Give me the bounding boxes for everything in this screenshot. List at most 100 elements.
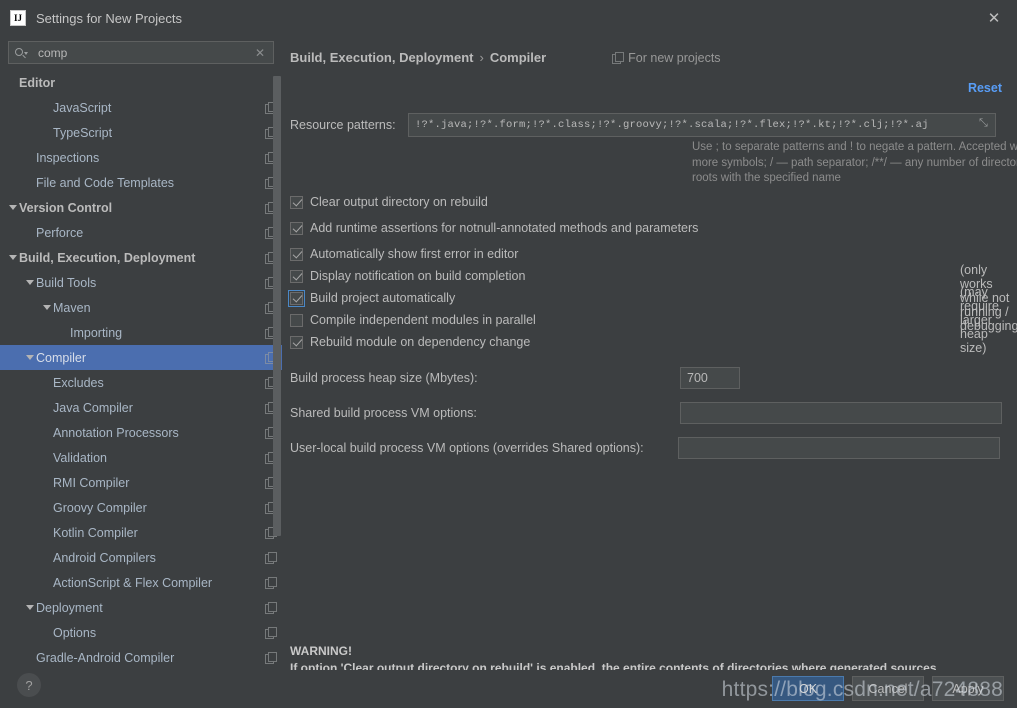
help-line-1: Use ; to separate patterns and ! to nega…: [692, 141, 1017, 153]
sidebar-scrollbar[interactable]: [273, 76, 281, 536]
search-icon[interactable]: [15, 46, 29, 60]
shared-vm-options-input[interactable]: [680, 402, 1002, 424]
window-title: Settings for New Projects: [36, 10, 182, 26]
checkbox-add-runtime-assertions-for[interactable]: [290, 221, 303, 235]
checkbox-rebuild-module-on-dependency[interactable]: [290, 335, 303, 349]
search-container: comp ✕: [0, 36, 282, 70]
checkbox-label-automatically-show-first-error[interactable]: Automatically show first error in editor: [310, 247, 518, 261]
chevron-down-icon[interactable]: [6, 205, 19, 210]
sidebar-item-build-execution-deployment[interactable]: Build, Execution, Deployment: [0, 245, 282, 270]
checkbox-label-add-runtime-assertions-for[interactable]: Add runtime assertions for notnull-annot…: [310, 221, 698, 235]
checkbox-display-notification-on-build[interactable]: [290, 269, 303, 283]
settings-sidebar: comp ✕ Editor JavaScript TypeScript Inspect…: [0, 36, 282, 670]
copy-settings-icon[interactable]: [612, 52, 625, 64]
checkbox-automatically-show-first-error[interactable]: [290, 247, 303, 261]
close-icon[interactable]: ✕: [971, 0, 1017, 36]
sidebar-item-java-compiler[interactable]: Java Compiler: [0, 395, 282, 420]
checkbox-row-clear-output-directory-on: Clear output directory on rebuild: [282, 191, 1017, 213]
sidebar-item-label: Perforce: [36, 225, 84, 240]
search-input[interactable]: comp ✕: [8, 41, 274, 64]
sidebar-item-typescript[interactable]: TypeScript: [0, 120, 282, 145]
sidebar-item-rmi-compiler[interactable]: RMI Compiler: [0, 470, 282, 495]
sidebar-item-maven[interactable]: Maven: [0, 295, 282, 320]
help-button[interactable]: ?: [17, 673, 41, 697]
chevron-down-icon[interactable]: [23, 280, 36, 285]
userlocal-vm-options-input[interactable]: [678, 437, 1000, 459]
checkbox-build-project-automatically[interactable]: [288, 289, 305, 307]
chevron-down-icon[interactable]: [6, 255, 19, 260]
copy-settings-icon[interactable]: [265, 577, 277, 589]
checkbox-label-display-notification-on-build[interactable]: Display notification on build completion: [310, 269, 525, 283]
checkbox-label-compile-independent-modules-in[interactable]: Compile independent modules in parallel: [310, 313, 536, 327]
sidebar-item-label: Inspections: [36, 150, 100, 165]
sidebar-item-perforce[interactable]: Perforce: [0, 220, 282, 245]
chevron-down-icon[interactable]: [40, 305, 53, 310]
sidebar-item-android-compilers[interactable]: Android Compilers: [0, 545, 282, 570]
expand-icon[interactable]: ⤡: [979, 119, 990, 130]
sidebar-item-compiler[interactable]: Compiler: [0, 345, 282, 370]
breadcrumb: Build, Execution, Deployment › Compiler Fo…: [282, 36, 1017, 70]
sidebar-item-version-control[interactable]: Version Control: [0, 195, 282, 220]
checkbox-clear-output-directory-on[interactable]: [290, 195, 303, 209]
sidebar-item-label: ActionScript & Flex Compiler: [53, 575, 213, 590]
sidebar-item-deployment[interactable]: Deployment: [0, 595, 282, 620]
checkbox-compile-independent-modules-in[interactable]: [290, 313, 303, 327]
for-new-projects-label: For new projects: [612, 50, 721, 65]
sidebar-item-annotation-processors[interactable]: Annotation Processors: [0, 420, 282, 445]
sidebar-item-label: Importing: [70, 325, 123, 340]
ok-button-label: OK: [798, 681, 818, 696]
resource-patterns-value: !?*.java;!?*.form;!?*.class;!?*.groovy;!…: [415, 119, 929, 131]
resource-patterns-label: Resource patterns:: [290, 118, 396, 132]
copy-settings-icon[interactable]: [265, 652, 277, 664]
heap-size-input[interactable]: 700: [680, 367, 740, 389]
warning-block: WARNING! If option 'Clear output directo…: [290, 643, 1002, 670]
cancel-button[interactable]: Cancel: [852, 676, 924, 701]
sidebar-item-label: Kotlin Compiler: [53, 525, 138, 540]
sidebar-item-label: Java Compiler: [53, 400, 133, 415]
sidebar-item-groovy-compiler[interactable]: Groovy Compiler: [0, 495, 282, 520]
sidebar-item-label: Gradle-Android Compiler: [36, 650, 175, 665]
apply-button-label: Apply: [952, 681, 984, 696]
sidebar-item-file-and-code-templates[interactable]: File and Code Templates: [0, 170, 282, 195]
checkbox-label-build-project-automatically[interactable]: Build project automatically: [310, 291, 455, 305]
sidebar-item-inspections[interactable]: Inspections: [0, 145, 282, 170]
checkbox-label-clear-output-directory-on[interactable]: Clear output directory on rebuild: [310, 195, 488, 209]
sidebar-item-label: Editor: [19, 75, 56, 90]
chevron-down-icon[interactable]: [23, 605, 36, 610]
sidebar-item-options[interactable]: Options: [0, 620, 282, 645]
sidebar-item-label: File and Code Templates: [36, 175, 175, 190]
copy-settings-icon[interactable]: [265, 602, 277, 614]
sidebar-item-importing[interactable]: Importing: [0, 320, 282, 345]
sidebar-item-label: Deployment: [36, 600, 103, 615]
sidebar-item-label: Excludes: [53, 375, 104, 390]
checkbox-row-add-runtime-assertions-for: Add runtime assertions for notnull-annot…: [282, 213, 1017, 243]
sidebar-item-validation[interactable]: Validation: [0, 445, 282, 470]
resource-patterns-row: Resource patterns: !?*.java;!?*.form;!?*…: [282, 113, 996, 137]
breadcrumb-parent[interactable]: Build, Execution, Deployment: [290, 50, 473, 65]
warning-line-1: If option 'Clear output directory on reb…: [290, 660, 937, 671]
sidebar-item-actionscript-flex-compiler[interactable]: ActionScript & Flex Compiler: [0, 570, 282, 595]
warning-title: WARNING!: [290, 644, 352, 658]
search-input-value[interactable]: comp: [33, 46, 255, 60]
sidebar-item-label: Android Compilers: [53, 550, 156, 565]
sidebar-item-kotlin-compiler[interactable]: Kotlin Compiler: [0, 520, 282, 545]
sidebar-item-build-tools[interactable]: Build Tools: [0, 270, 282, 295]
copy-settings-icon[interactable]: [265, 552, 277, 564]
sidebar-item-gradle-android-compiler[interactable]: Gradle-Android Compiler: [0, 645, 282, 670]
checkbox-row-build-project-automatically: Build project automatically (only works w…: [282, 263, 1017, 333]
for-new-projects-text: For new projects: [628, 50, 721, 65]
settings-tree[interactable]: Editor JavaScript TypeScript Inspections Fil…: [0, 70, 282, 670]
clear-search-icon[interactable]: ✕: [255, 46, 267, 60]
resource-patterns-input[interactable]: !?*.java;!?*.form;!?*.class;!?*.groovy;!…: [408, 113, 996, 137]
reset-link[interactable]: Reset: [968, 81, 1002, 95]
checkbox-label-rebuild-module-on-dependency[interactable]: Rebuild module on dependency change: [310, 335, 530, 349]
copy-settings-icon[interactable]: [265, 627, 277, 639]
sidebar-item-editor[interactable]: Editor: [0, 70, 282, 95]
sidebar-item-label: RMI Compiler: [53, 475, 130, 490]
sidebar-item-javascript[interactable]: JavaScript: [0, 95, 282, 120]
chevron-down-icon[interactable]: [23, 355, 36, 360]
dialog-button-group: OK Cancel Apply: [772, 676, 1004, 701]
apply-button[interactable]: Apply: [932, 676, 1004, 701]
sidebar-item-excludes[interactable]: Excludes: [0, 370, 282, 395]
ok-button[interactable]: OK: [772, 676, 844, 701]
